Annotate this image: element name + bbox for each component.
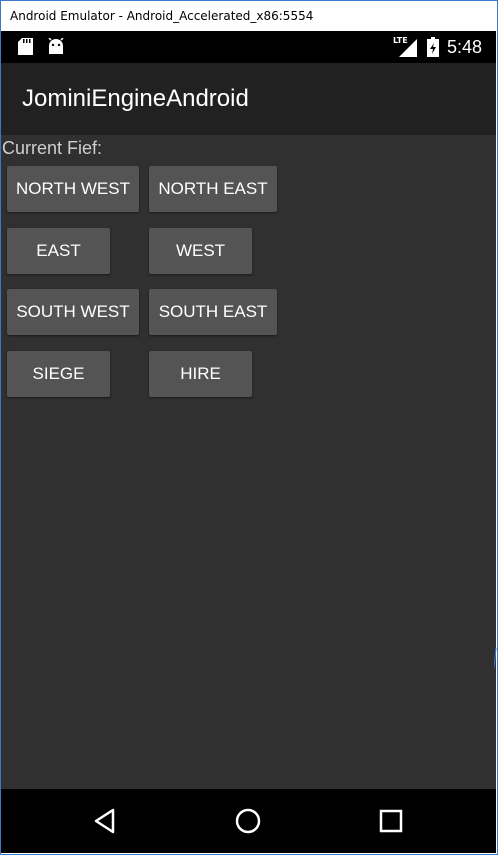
recents-icon[interactable] xyxy=(377,807,405,835)
siege-button[interactable]: SIEGE xyxy=(7,351,110,397)
window-title: Android Emulator - Android_Accelerated_x… xyxy=(10,9,314,23)
status-bar: LTE 5:48 xyxy=(1,31,496,63)
device-screen: LTE 5:48 JominiEngineAndroid Current Fie… xyxy=(1,31,496,853)
android-icon xyxy=(48,38,64,54)
main-content: Current Fief: NORTH WEST NORTH EAST EAST… xyxy=(1,135,496,789)
window-resize-edge[interactable] xyxy=(494,648,497,668)
west-button[interactable]: WEST xyxy=(149,228,252,274)
south-east-button[interactable]: SOUTH EAST xyxy=(149,289,277,335)
home-icon[interactable] xyxy=(234,807,262,835)
south-west-button[interactable]: SOUTH WEST xyxy=(7,289,139,335)
current-fief-label: Current Fief: xyxy=(2,138,103,158)
navigation-bar xyxy=(1,789,496,853)
north-east-button[interactable]: NORTH EAST xyxy=(149,166,277,212)
app-bar: JominiEngineAndroid xyxy=(1,63,496,135)
east-button[interactable]: EAST xyxy=(7,228,110,274)
north-west-button[interactable]: NORTH WEST xyxy=(7,166,139,212)
hire-button[interactable]: HIRE xyxy=(149,351,252,397)
signal-icon xyxy=(399,39,417,57)
back-icon[interactable] xyxy=(91,807,119,835)
battery-icon xyxy=(427,37,439,57)
app-title: JominiEngineAndroid xyxy=(22,85,249,112)
sd-card-icon xyxy=(18,38,33,55)
status-clock: 5:48 xyxy=(447,37,483,57)
window-titlebar[interactable]: Android Emulator - Android_Accelerated_x… xyxy=(1,1,497,31)
